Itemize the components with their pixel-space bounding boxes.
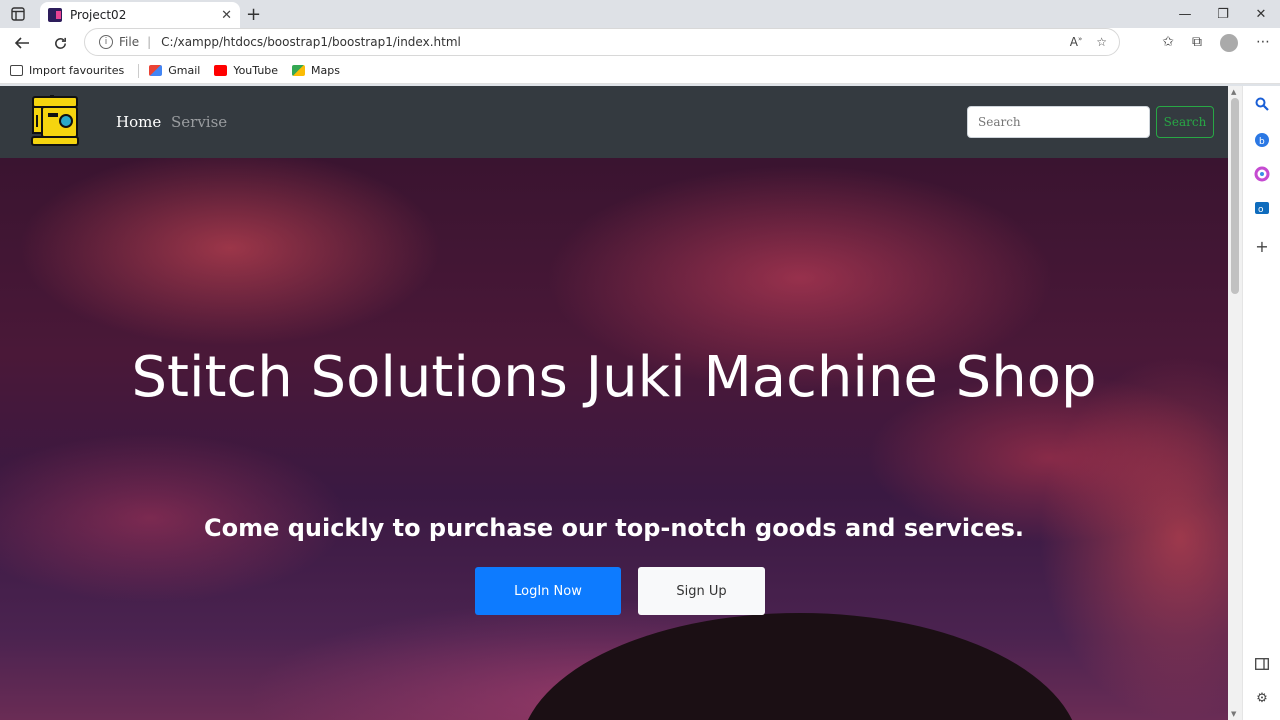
bookmark-youtube[interactable]: YouTube (214, 64, 278, 77)
nav-home-link[interactable]: Home (116, 113, 161, 131)
address-separator: | (147, 35, 152, 49)
minimize-button[interactable]: — (1166, 0, 1204, 28)
more-icon[interactable]: ⋯ (1256, 34, 1270, 52)
svg-text:b: b (1259, 137, 1265, 147)
gmail-icon (149, 65, 163, 76)
tab-favicon-icon (48, 8, 62, 22)
search-button[interactable]: Search (1156, 106, 1214, 138)
search-input[interactable] (967, 106, 1150, 138)
new-tab-button[interactable]: + (246, 4, 261, 25)
office-icon[interactable] (1254, 166, 1270, 182)
scroll-up-icon[interactable]: ▲ (1231, 88, 1236, 96)
favorite-add-icon[interactable]: ☆ (1096, 35, 1107, 49)
close-window-button[interactable]: ✕ (1242, 0, 1280, 28)
tab-strip: Project02 ✕ + — ❐ ✕ (0, 0, 1280, 28)
maps-icon (292, 65, 306, 76)
url-text[interactable]: C:/xampp/htdocs/boostrap1/boostrap1/inde… (161, 35, 461, 49)
hero-banner: Stitch Solutions Juki Machine Shop Come … (0, 158, 1228, 720)
profile-icon[interactable] (1220, 34, 1238, 52)
bookmark-import[interactable]: Import favourites (10, 64, 124, 77)
settings-icon[interactable]: ⚙ (1254, 690, 1270, 706)
address-prefix: File (119, 35, 140, 49)
tab-title: Project02 (70, 8, 127, 22)
bookmark-maps[interactable]: Maps (292, 64, 340, 77)
back-icon[interactable] (10, 32, 34, 54)
refresh-icon[interactable] (48, 32, 72, 54)
favorites-icon[interactable]: ✩ (1162, 34, 1174, 52)
collections-icon[interactable]: ⧉ (1192, 34, 1202, 52)
page-scrollbar[interactable]: ▲ ▼ (1228, 86, 1242, 720)
bing-icon[interactable]: b (1254, 132, 1270, 148)
add-icon[interactable]: + (1254, 237, 1270, 256)
bookmark-divider (138, 63, 140, 78)
nav-servise-link[interactable]: Servise (171, 113, 227, 131)
hero-title: Stitch Solutions Juki Machine Shop (131, 345, 1097, 410)
bookmark-label: YouTube (233, 64, 279, 77)
hero-subtitle: Come quickly to purchase our top-notch g… (203, 514, 1025, 542)
bookmark-label: Gmail (168, 64, 201, 77)
bookmark-gmail[interactable]: Gmail (149, 64, 200, 77)
tree-silhouette (520, 613, 1080, 720)
tab-close-icon[interactable]: ✕ (221, 8, 232, 23)
layout-icon[interactable] (1254, 656, 1270, 672)
scroll-down-icon[interactable]: ▼ (1231, 710, 1236, 718)
restore-button[interactable]: ❐ (1204, 0, 1242, 28)
svg-text:o: o (1258, 205, 1264, 215)
browser-tab[interactable]: Project02 ✕ (40, 2, 240, 28)
site-navbar: Home Servise Search (0, 86, 1228, 158)
bookmark-label: Import favourites (29, 64, 125, 77)
import-icon (10, 65, 23, 76)
youtube-icon (214, 65, 228, 76)
sewing-machine-logo[interactable] (30, 94, 80, 147)
search-sidebar-icon[interactable] (1254, 96, 1270, 112)
bookmarks-bar: Import favourites Gmail YouTube Maps (0, 58, 1280, 84)
signup-button[interactable]: Sign Up (638, 567, 765, 615)
tab-actions-icon[interactable] (10, 6, 26, 22)
info-icon[interactable]: i (99, 35, 113, 49)
page-viewport: Home Servise Search Stitch Solutions Juk… (0, 86, 1228, 720)
window-controls: — ❐ ✕ (1166, 0, 1280, 28)
bookmark-label: Maps (311, 64, 340, 77)
read-aloud-icon[interactable]: A» (1070, 35, 1083, 49)
toolbar-actions: ✩ ⧉ ⋯ (1162, 34, 1270, 52)
scroll-thumb[interactable] (1231, 98, 1239, 294)
outlook-icon[interactable]: o (1254, 200, 1270, 216)
login-button[interactable]: LogIn Now (475, 567, 621, 615)
edge-sidebar: b o + ⚙ (1242, 86, 1280, 720)
address-bar[interactable]: i File | C:/xampp/htdocs/boostrap1/boost… (84, 28, 1120, 56)
browser-toolbar: i File | C:/xampp/htdocs/boostrap1/boost… (0, 28, 1280, 58)
